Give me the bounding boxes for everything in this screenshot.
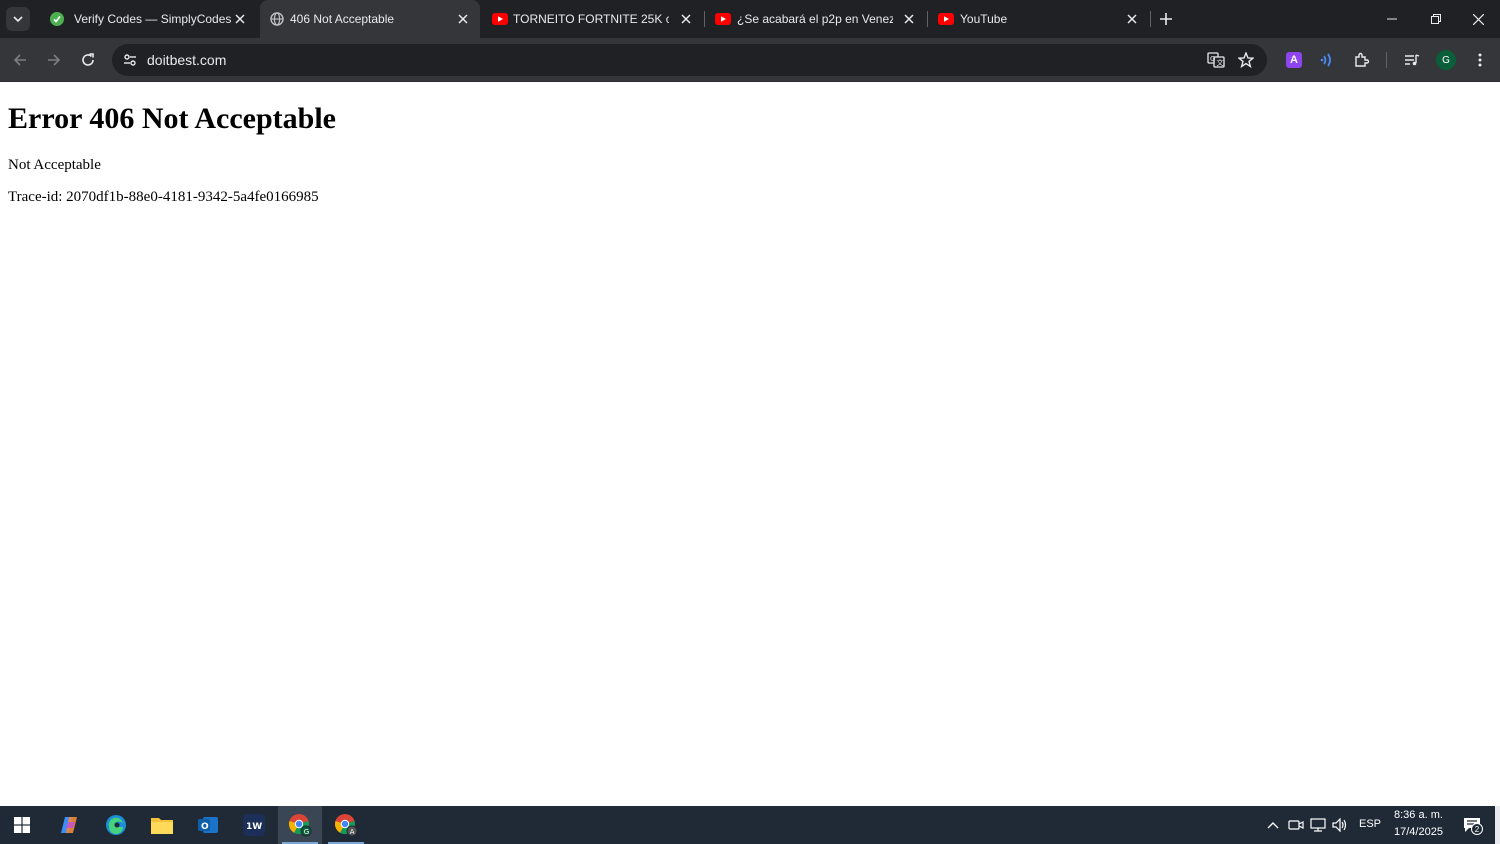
playlist-music-icon <box>1405 54 1420 66</box>
outlook-app[interactable]: O <box>186 806 230 844</box>
tab-406-not-acceptable[interactable]: 406 Not Acceptable <box>260 0 480 38</box>
notification-center-button[interactable]: 2 <box>1460 816 1484 835</box>
windows-logo-icon <box>14 817 30 833</box>
minimize-icon <box>1387 18 1397 20</box>
windows-taskbar: O 1W G A ESP 8:36 a. m. 17/4/2025 2 <box>0 806 1500 844</box>
address-bar[interactable]: doitbest.com G文 <box>112 44 1267 76</box>
bookmark-star-icon[interactable] <box>1234 48 1258 72</box>
close-tab-icon[interactable] <box>1124 11 1140 27</box>
svg-text:G: G <box>1210 55 1215 63</box>
restore-icon <box>1431 14 1441 24</box>
tab-title: ¿Se acabará el p2p en Venezuel <box>737 12 893 26</box>
forward-button[interactable] <box>42 48 66 72</box>
error-heading: Error 406 Not Acceptable <box>8 102 336 135</box>
copilot-app[interactable] <box>48 806 92 844</box>
browser-menu-button[interactable] <box>1468 48 1492 72</box>
language-indicator[interactable]: ESP <box>1359 818 1381 830</box>
close-tab-icon[interactable] <box>678 11 694 27</box>
svg-text:A: A <box>350 828 355 836</box>
plus-icon <box>1160 13 1172 25</box>
puzzle-icon <box>1355 52 1370 67</box>
1win-icon: 1W <box>243 814 265 836</box>
error-message: Not Acceptable <box>8 157 101 173</box>
outlook-icon: O <box>198 817 218 833</box>
close-window-button[interactable] <box>1456 0 1500 38</box>
media-controls-button[interactable] <box>1400 48 1424 72</box>
show-desktop-button[interactable] <box>1495 806 1500 844</box>
tab-separator <box>1150 11 1151 27</box>
back-button[interactable] <box>8 48 32 72</box>
read-aloud-extension-button[interactable] <box>1316 48 1340 72</box>
tab-simplycodes[interactable]: Verify Codes — SimplyCodes <box>36 0 258 38</box>
new-tab-button[interactable] <box>1156 9 1176 29</box>
network-icon[interactable] <box>1309 816 1327 834</box>
svg-text:文: 文 <box>1217 58 1224 67</box>
clock-time[interactable]: 8:36 a. m. <box>1394 809 1443 821</box>
tab-search-button[interactable] <box>6 7 30 31</box>
browser-toolbar: doitbest.com G文 A G <box>0 38 1500 82</box>
chrome-app-profile-a[interactable]: A <box>324 806 368 844</box>
page-content: Error 406 Not Acceptable Not Acceptable … <box>0 82 1500 806</box>
tab-p2p-venezuela[interactable]: ¿Se acabará el p2p en Venezuel <box>705 0 927 38</box>
volume-icon[interactable] <box>1331 816 1349 834</box>
tab-title: 406 Not Acceptable <box>290 12 395 26</box>
youtube-icon <box>715 12 731 26</box>
tab-title: Verify Codes — SimplyCodes <box>74 12 232 26</box>
file-explorer-app[interactable] <box>140 806 184 844</box>
clock-date[interactable]: 17/4/2025 <box>1394 826 1443 838</box>
simplycodes-icon <box>50 12 64 26</box>
url-text[interactable]: doitbest.com <box>147 52 226 68</box>
trace-id: Trace-id: 2070df1b-88e0-4181-9342-5a4fe0… <box>8 189 319 205</box>
restore-button[interactable] <box>1414 0 1458 38</box>
chrome-app-profile-g[interactable]: G <box>278 806 322 844</box>
tab-torneito-fortnite[interactable]: TORNEITO FORTNITE 25K con N <box>482 0 704 38</box>
youtube-icon <box>938 12 954 26</box>
tab-strip: Verify Codes — SimplyCodes 406 Not Accep… <box>0 0 1500 38</box>
tab-title: YouTube <box>960 12 1008 26</box>
chrome-icon: A <box>335 814 358 837</box>
translate-icon[interactable]: G文 <box>1204 48 1228 72</box>
reload-button[interactable] <box>76 48 100 72</box>
notification-badge: 2 <box>1471 823 1483 835</box>
copilot-icon <box>61 817 77 833</box>
start-button[interactable] <box>0 806 44 844</box>
edge-icon <box>106 815 126 835</box>
extension-a-button[interactable]: A <box>1282 48 1306 72</box>
close-icon <box>1472 13 1484 25</box>
meet-now-icon[interactable] <box>1287 816 1305 834</box>
close-tab-icon[interactable] <box>455 11 471 27</box>
avatar: G <box>1436 50 1456 70</box>
folder-icon <box>151 818 173 834</box>
show-hidden-icons-button[interactable] <box>1264 816 1282 834</box>
svg-text:1W: 1W <box>246 822 262 832</box>
svg-text:G: G <box>304 828 309 836</box>
1win-app[interactable]: 1W <box>232 806 276 844</box>
youtube-icon <box>492 12 508 26</box>
minimize-button[interactable] <box>1370 0 1414 38</box>
close-tab-icon[interactable] <box>901 11 917 27</box>
arrow-left-icon <box>13 54 26 66</box>
extension-a-icon: A <box>1286 52 1302 68</box>
chevron-down-icon <box>13 16 23 23</box>
sound-waves-icon <box>1320 53 1331 67</box>
tab-title: TORNEITO FORTNITE 25K con N <box>513 12 669 26</box>
close-tab-icon[interactable] <box>232 11 248 27</box>
more-vertical-icon <box>1478 53 1482 67</box>
edge-app[interactable] <box>94 806 138 844</box>
tab-youtube[interactable]: YouTube <box>928 0 1150 38</box>
arrow-right-icon <box>48 54 61 66</box>
profile-button[interactable]: G <box>1434 48 1458 72</box>
svg-text:O: O <box>201 822 209 832</box>
chevron-up-icon <box>1267 822 1279 829</box>
extensions-button[interactable] <box>1350 48 1374 72</box>
reload-icon <box>82 53 94 66</box>
globe-icon <box>270 12 284 26</box>
chrome-icon: G <box>289 814 312 837</box>
toolbar-divider <box>1386 52 1387 68</box>
site-info-icon[interactable] <box>118 48 142 72</box>
